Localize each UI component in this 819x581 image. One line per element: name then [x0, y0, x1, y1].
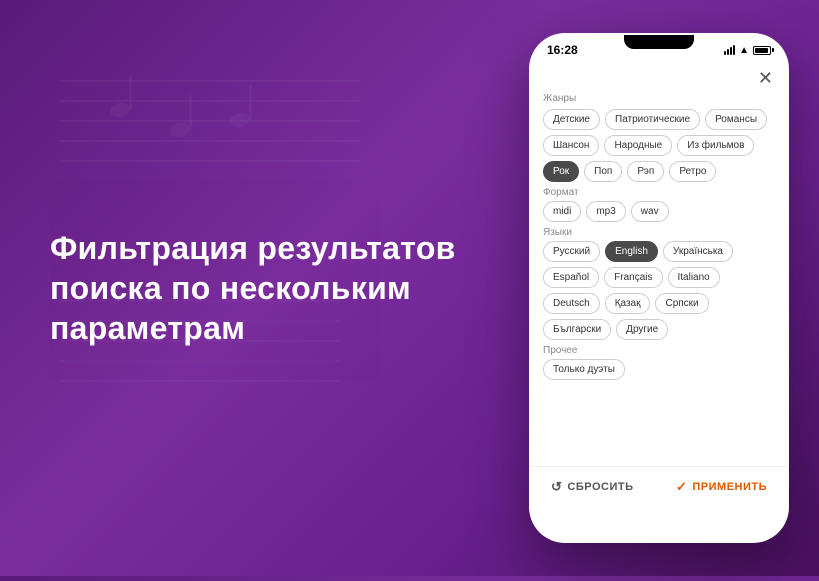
phone-bottom-bar: ↺ СБРОСИТЬ ✓ ПРИМЕНИТЬ — [531, 466, 787, 507]
tag-bulgarski[interactable]: Български — [543, 319, 611, 340]
tag-retro[interactable]: Ретро — [669, 161, 716, 182]
phone-content: ✕ Жанры Детские Патриотические Романсы Ш… — [531, 61, 787, 507]
format-tags: midi mp3 wav — [543, 201, 775, 222]
tag-narodnye[interactable]: Народные — [604, 135, 672, 156]
tag-espanol[interactable]: Español — [543, 267, 599, 288]
languages-tags: Русский English Українська Español Franç… — [543, 241, 775, 340]
tag-kazak[interactable]: Қазақ — [605, 293, 651, 314]
tag-english[interactable]: English — [605, 241, 658, 262]
tag-srpski[interactable]: Српски — [655, 293, 708, 314]
apply-label: ПРИМЕНИТЬ — [692, 481, 767, 493]
reset-icon: ↺ — [551, 479, 562, 495]
tag-ukrainian[interactable]: Українська — [663, 241, 733, 262]
other-tags: Только дуэты — [543, 359, 775, 380]
tag-rok[interactable]: Рок — [543, 161, 579, 182]
tag-detskie[interactable]: Детские — [543, 109, 600, 130]
tag-shanson[interactable]: Шансон — [543, 135, 599, 156]
battery-icon — [753, 46, 771, 55]
genres-label: Жанры — [543, 93, 775, 104]
left-section: Фильтрация результатов поиска по несколь… — [0, 188, 519, 388]
other-label: Прочее — [543, 345, 775, 356]
format-label: Формат — [543, 187, 775, 198]
filter-scroll: Жанры Детские Патриотические Романсы Шан… — [531, 91, 787, 466]
tag-mp3[interactable]: mp3 — [586, 201, 625, 222]
tag-patrioticheskie[interactable]: Патриотические — [605, 109, 700, 130]
languages-label: Языки — [543, 227, 775, 238]
tag-italiano[interactable]: Italiano — [668, 267, 720, 288]
tag-pop[interactable]: Поп — [584, 161, 622, 182]
tag-romansy[interactable]: Романсы — [705, 109, 767, 130]
wifi-icon: ▲ — [739, 45, 749, 56]
close-button[interactable]: ✕ — [758, 69, 773, 87]
tag-rep[interactable]: Рэп — [627, 161, 664, 182]
reset-button[interactable]: ↺ СБРОСИТЬ — [551, 479, 633, 495]
signal-icon — [724, 45, 735, 55]
tag-drugie[interactable]: Другие — [616, 319, 668, 340]
reset-label: СБРОСИТЬ — [567, 481, 633, 493]
tag-russian[interactable]: Русский — [543, 241, 600, 262]
status-time: 16:28 — [547, 43, 578, 57]
tag-iz-filmov[interactable]: Из фильмов — [677, 135, 754, 156]
page-title: Фильтрация результатов поиска по несколь… — [50, 228, 489, 348]
phone-notch — [624, 35, 694, 49]
genres-tags: Детские Патриотические Романсы Шансон На… — [543, 109, 775, 182]
apply-icon: ✓ — [676, 479, 687, 495]
tag-midi[interactable]: midi — [543, 201, 581, 222]
tag-wav[interactable]: wav — [631, 201, 669, 222]
phone-mockup: 16:28 ▲ ✕ Жанры Детские Патриоти — [529, 33, 789, 543]
close-row: ✕ — [531, 65, 787, 91]
tag-francais[interactable]: Français — [604, 267, 662, 288]
apply-button[interactable]: ✓ ПРИМЕНИТЬ — [676, 479, 767, 495]
status-icons: ▲ — [724, 45, 771, 56]
tag-deutsch[interactable]: Deutsch — [543, 293, 600, 314]
tag-duety[interactable]: Только дуэты — [543, 359, 625, 380]
phone-wrapper: 16:28 ▲ ✕ Жанры Детские Патриоти — [519, 13, 819, 563]
